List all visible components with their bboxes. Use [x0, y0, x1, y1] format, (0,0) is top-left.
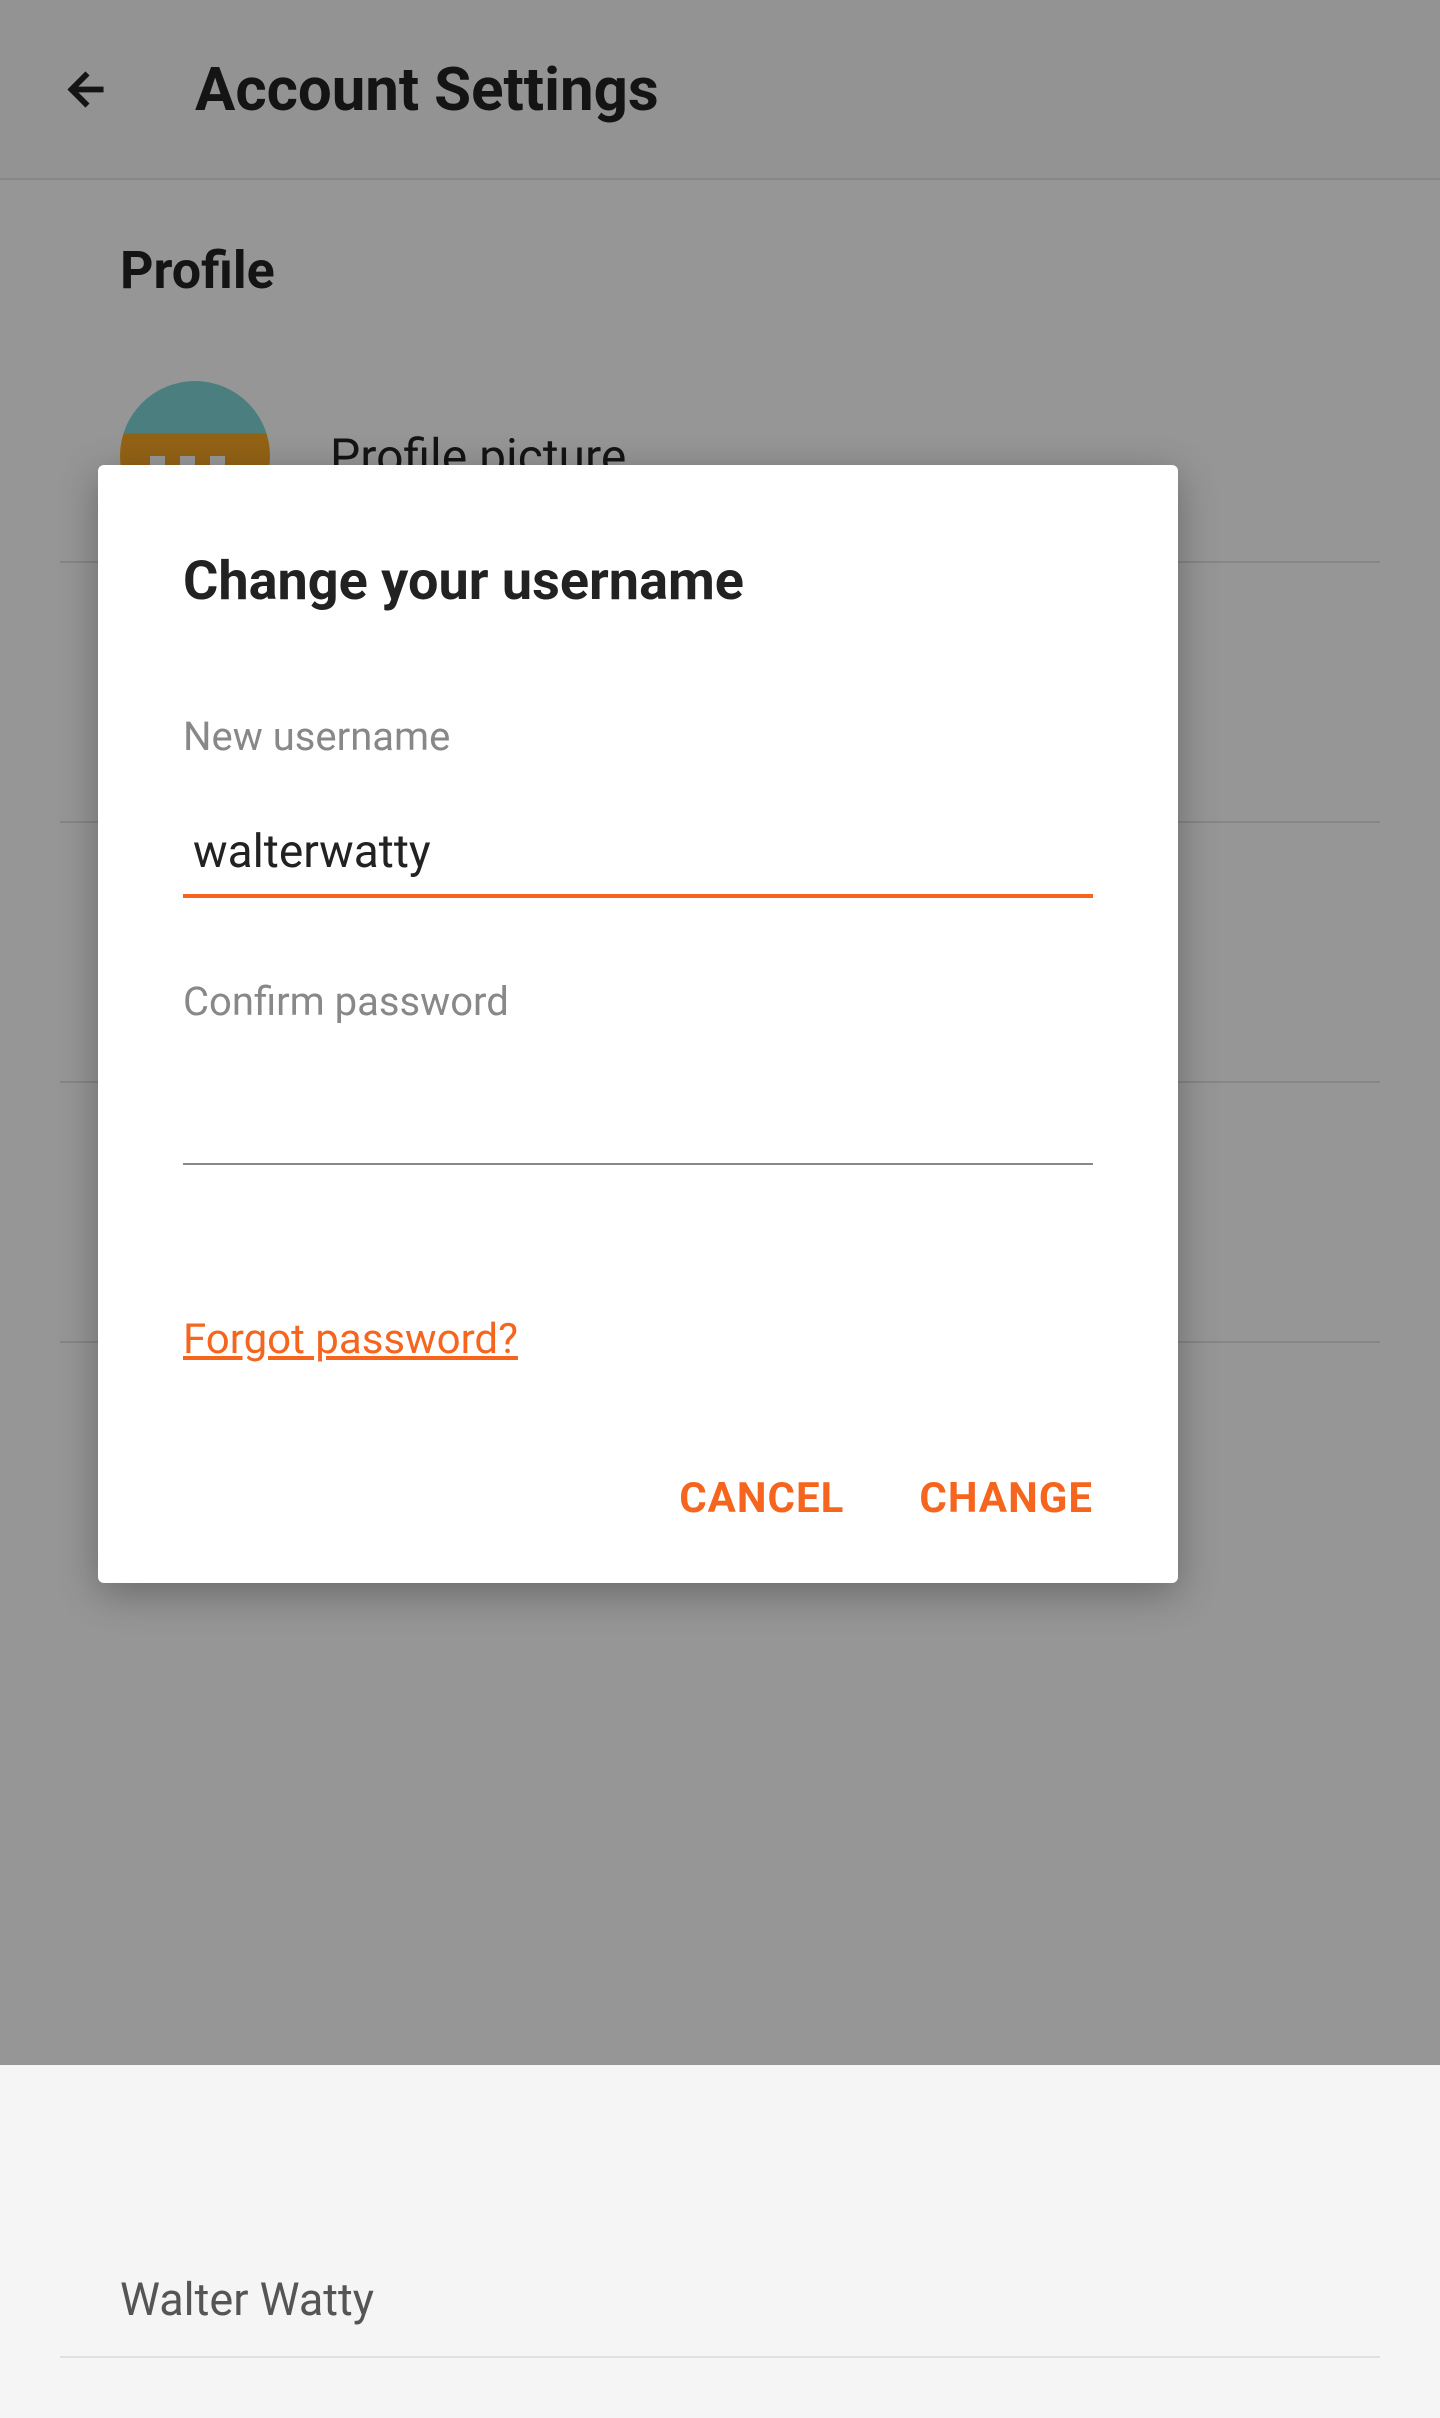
confirm-password-label: Confirm password	[183, 978, 1093, 1025]
new-username-input[interactable]	[183, 810, 1093, 898]
fullname-row[interactable]: Walter Watty	[120, 2243, 1320, 2356]
fullname-text: Walter Watty	[120, 2273, 374, 2326]
change-button[interactable]: CHANGE	[919, 1474, 1093, 1523]
new-username-label: New username	[183, 713, 1093, 760]
username-field-group: New username	[183, 713, 1093, 958]
cancel-button[interactable]: CANCEL	[679, 1474, 844, 1523]
password-field-group: Confirm password	[183, 978, 1093, 1245]
forgot-password-link[interactable]: Forgot password?	[183, 1315, 518, 1364]
change-username-dialog: Change your username New username Confir…	[98, 465, 1178, 1583]
dialog-title: Change your username	[183, 550, 1093, 613]
dialog-button-row: CANCEL CHANGE	[183, 1474, 1093, 1523]
divider	[60, 2356, 1380, 2358]
confirm-password-input[interactable]	[183, 1075, 1093, 1165]
